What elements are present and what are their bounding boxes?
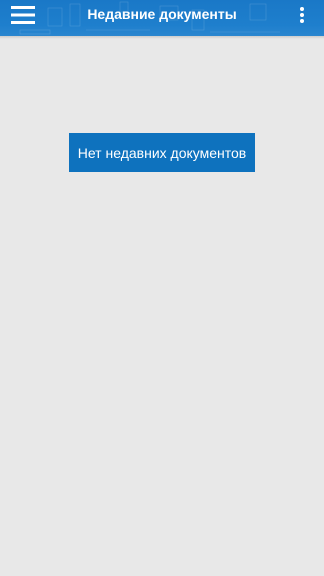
toolbar-shadow	[0, 36, 324, 39]
menu-button[interactable]	[6, 2, 40, 28]
overflow-menu-button[interactable]	[292, 3, 312, 27]
app-toolbar: Недавние документы	[0, 0, 324, 36]
hamburger-menu-icon	[11, 6, 35, 24]
more-vert-icon	[300, 7, 304, 23]
no-recent-documents-button[interactable]: Нет недавних документов	[69, 133, 255, 172]
page-title: Недавние документы	[87, 6, 237, 22]
app-screen: Недавние документы Нет недавних документ…	[0, 0, 324, 576]
